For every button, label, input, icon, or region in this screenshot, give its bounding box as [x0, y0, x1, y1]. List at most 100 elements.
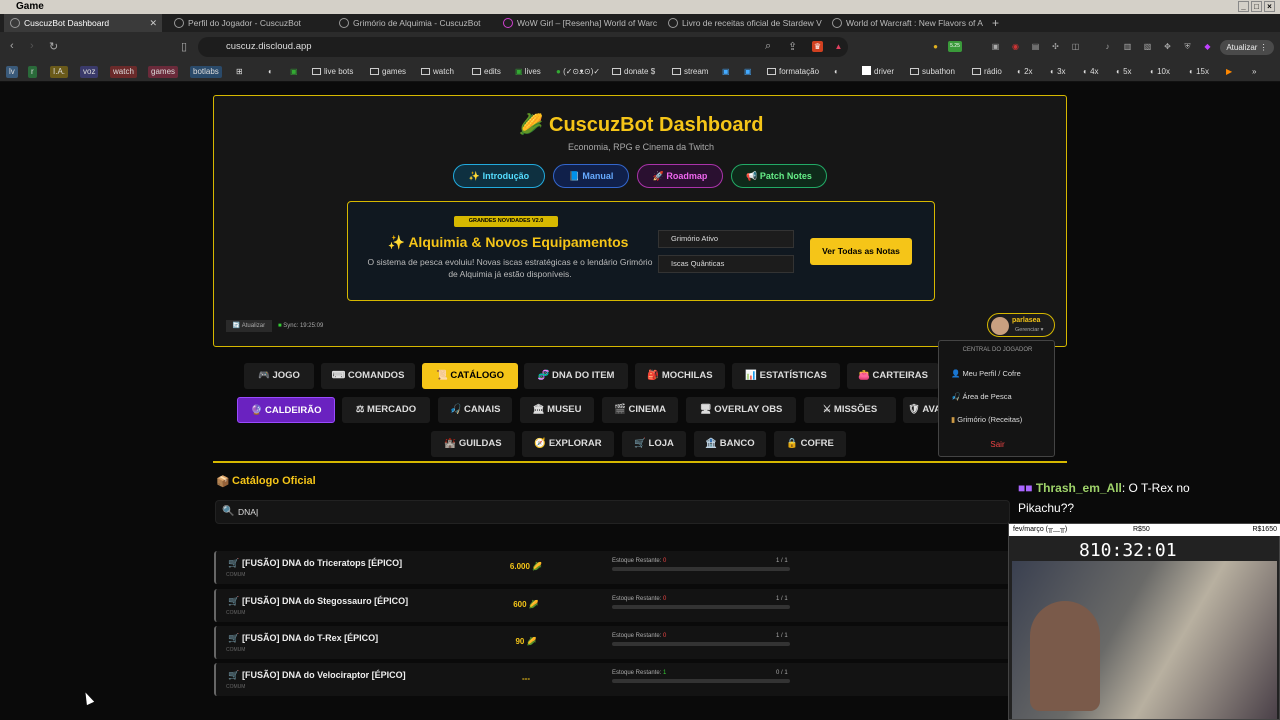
- tab-cofre[interactable]: 🔒 COFRE: [774, 431, 846, 457]
- tab-jogo[interactable]: 🎮 JOGO: [244, 363, 314, 389]
- bookmark-icon[interactable]: ▯: [181, 40, 187, 53]
- bookmark-driver[interactable]: driver: [862, 66, 894, 78]
- close-tab-icon[interactable]: ✕: [149, 14, 157, 32]
- table-row[interactable]: 🛒 [FUSÃO] DNA do Velociraptor [ÉPICO] CO…: [214, 663, 1014, 696]
- apps-icon[interactable]: ⊞: [236, 66, 243, 78]
- record-icon[interactable]: ◉: [1010, 41, 1021, 52]
- share-icon[interactable]: ⇪: [788, 40, 797, 53]
- folder-live-bots[interactable]: live bots: [312, 66, 353, 78]
- bookmark-r[interactable]: r: [28, 66, 37, 78]
- extensions-icon[interactable]: ✥: [1162, 41, 1173, 52]
- folder-subathon[interactable]: subathon: [910, 66, 955, 78]
- extension-badge[interactable]: 5.25: [948, 41, 962, 52]
- patch-notes-button[interactable]: 📢 Patch Notes: [731, 164, 827, 188]
- view-notes-button[interactable]: Ver Todas as Notas: [810, 238, 912, 265]
- tab-catalogo[interactable]: 📜 CATÁLOGO: [422, 363, 518, 389]
- speed-10x[interactable]: ◐ 10x: [1150, 66, 1170, 78]
- folder-stream[interactable]: stream: [672, 66, 708, 78]
- tab-explorar[interactable]: 🧭 EXPLORAR: [522, 431, 614, 457]
- bookmark-icon[interactable]: ▣: [722, 66, 730, 78]
- new-tab-button[interactable]: +: [990, 14, 1006, 32]
- manual-button[interactable]: 📘 Manual: [553, 164, 629, 188]
- close-button[interactable]: ×: [1264, 1, 1275, 12]
- tab-cinema[interactable]: 🎬 CINEMA: [602, 397, 678, 423]
- bookmark-icon[interactable]: ▶: [1226, 66, 1232, 78]
- minimize-button[interactable]: _: [1238, 1, 1249, 12]
- music-icon[interactable]: ♪: [1102, 41, 1113, 52]
- sidebar-icon[interactable]: ▥: [1122, 41, 1133, 52]
- speed-4x[interactable]: ◐ 4x: [1083, 66, 1099, 78]
- extension-icon[interactable]: ▣: [990, 41, 1001, 52]
- menu-item-profile[interactable]: 👤 Meu Perfil / Cofre: [951, 369, 1021, 378]
- tab-0[interactable]: CuscuzBot Dashboard ✕: [4, 14, 162, 32]
- intro-button[interactable]: ✨ Introdução: [453, 164, 545, 188]
- tab-guildas[interactable]: 🏰 GUILDAS: [431, 431, 515, 457]
- bookmark-lv[interactable]: lv: [6, 66, 18, 78]
- speed-5x[interactable]: ◐ 5x: [1116, 66, 1132, 78]
- bookmark-watch[interactable]: watch: [110, 66, 137, 78]
- bookmark-icon[interactable]: ◐: [268, 66, 273, 78]
- search-input[interactable]: 🔍 DNA|: [215, 500, 1010, 524]
- speed-15x[interactable]: ◐ 15x: [1189, 66, 1209, 78]
- puzzle-icon[interactable]: ✣: [1050, 41, 1061, 52]
- tab-banco[interactable]: 🏦 BANCO: [694, 431, 766, 457]
- folder-edits[interactable]: edits: [472, 66, 501, 78]
- user-menu-button[interactable]: parlasea Gerenciar ▾: [987, 313, 1055, 337]
- tab-caldeirao[interactable]: 🔮 CALDEIRÃO: [237, 397, 335, 423]
- tab-5[interactable]: World of Warcraft : New Flavors of A: [826, 14, 986, 32]
- vpn-icon[interactable]: ⛨: [1182, 41, 1193, 52]
- table-row[interactable]: 🛒 [FUSÃO] DNA do T-Rex [ÉPICO] COMUM 90 …: [214, 626, 1014, 659]
- speed-3x[interactable]: ◐ 3x: [1050, 66, 1066, 78]
- screenshot-icon[interactable]: ◫: [1070, 41, 1081, 52]
- back-icon[interactable]: ‹: [10, 40, 14, 52]
- tab-museu[interactable]: 🏛 MUSEU: [520, 397, 594, 423]
- url-field[interactable]: cuscuz.discloud.app: [198, 37, 848, 57]
- leo-icon[interactable]: ◆: [1202, 41, 1213, 52]
- folder-donate[interactable]: donate $: [612, 66, 655, 78]
- rewards-icon[interactable]: ▲: [833, 41, 844, 52]
- tab-comandos[interactable]: ⌨ COMANDOS: [321, 363, 415, 389]
- folder-radio[interactable]: rádio: [972, 66, 1002, 78]
- tab-mercado[interactable]: ⚖ MERCADO: [342, 397, 430, 423]
- roadmap-button[interactable]: 🚀 Roadmap: [637, 164, 723, 188]
- tab-1[interactable]: Perfil do Jogador - CuscuzBot: [168, 14, 328, 32]
- wallet-icon[interactable]: ▧: [1142, 41, 1153, 52]
- tab-loja[interactable]: 🛒 LOJA: [622, 431, 686, 457]
- tab-carteiras[interactable]: 👛 CARTEIRAS: [847, 363, 939, 389]
- bookmark-icon[interactable]: ◐: [834, 66, 839, 78]
- menu-item-grimoire[interactable]: ▮ Grimório (Receitas): [951, 415, 1022, 424]
- bookmark-lives[interactable]: ▣ lives: [515, 66, 541, 78]
- bookmark-voz[interactable]: voz: [80, 66, 99, 78]
- bookmark-games[interactable]: games: [148, 66, 179, 78]
- zoom-icon[interactable]: ⌕: [765, 40, 771, 53]
- tab-dna-do-item[interactable]: 🧬 DNA DO ITEM: [524, 363, 628, 389]
- image-icon[interactable]: ▤: [1030, 41, 1041, 52]
- tab-avaliacoes[interactable]: 🛡 AVA: [903, 397, 939, 423]
- logout-button[interactable]: Sair: [939, 440, 1056, 449]
- tab-estatisticas[interactable]: 📊 ESTATÍSTICAS: [732, 363, 840, 389]
- menu-item-fishing[interactable]: 🎣 Área de Pesca: [951, 392, 1012, 401]
- tab-missoes[interactable]: ⚔ MISSÕES: [804, 397, 896, 423]
- extension-icon[interactable]: ●: [930, 41, 941, 52]
- tab-mochilas[interactable]: 🎒 MOCHILAS: [635, 363, 725, 389]
- maximize-button[interactable]: □: [1251, 1, 1262, 12]
- refresh-button[interactable]: 🔄 Atualizar: [226, 320, 272, 332]
- table-row[interactable]: 🛒 [FUSÃO] DNA do Stegossauro [ÉPICO] COM…: [214, 589, 1014, 622]
- reload-icon[interactable]: ↻: [49, 40, 58, 53]
- folder-formatacao[interactable]: formatação: [767, 66, 819, 78]
- bookmark-icon[interactable]: ▣: [744, 66, 752, 78]
- tab-3[interactable]: WoW Girl – [Resenha] World of Warc: [497, 14, 657, 32]
- bookmark-botlabs[interactable]: botlabs: [190, 66, 222, 78]
- tab-canais[interactable]: 🎣 CANAIS: [438, 397, 512, 423]
- bookmark-ia[interactable]: I.A.: [50, 66, 69, 78]
- tab-4[interactable]: Livro de receitas oficial de Stardew V: [662, 14, 822, 32]
- tab-overlay-obs[interactable]: 🖥 OVERLAY OBS: [686, 397, 796, 423]
- speed-2x[interactable]: ◐ 2x: [1017, 66, 1033, 78]
- bookmark-icon[interactable]: ▣: [290, 66, 298, 78]
- brave-shield-icon[interactable]: ♛: [812, 41, 823, 52]
- forward-icon[interactable]: ›: [30, 40, 34, 52]
- table-row[interactable]: 🛒 [FUSÃO] DNA do Triceratops [ÉPICO] COM…: [214, 551, 1014, 584]
- folder-games[interactable]: games: [370, 66, 406, 78]
- update-button[interactable]: Atualizar ⋮: [1220, 40, 1274, 55]
- more-bookmarks-icon[interactable]: »: [1252, 66, 1256, 78]
